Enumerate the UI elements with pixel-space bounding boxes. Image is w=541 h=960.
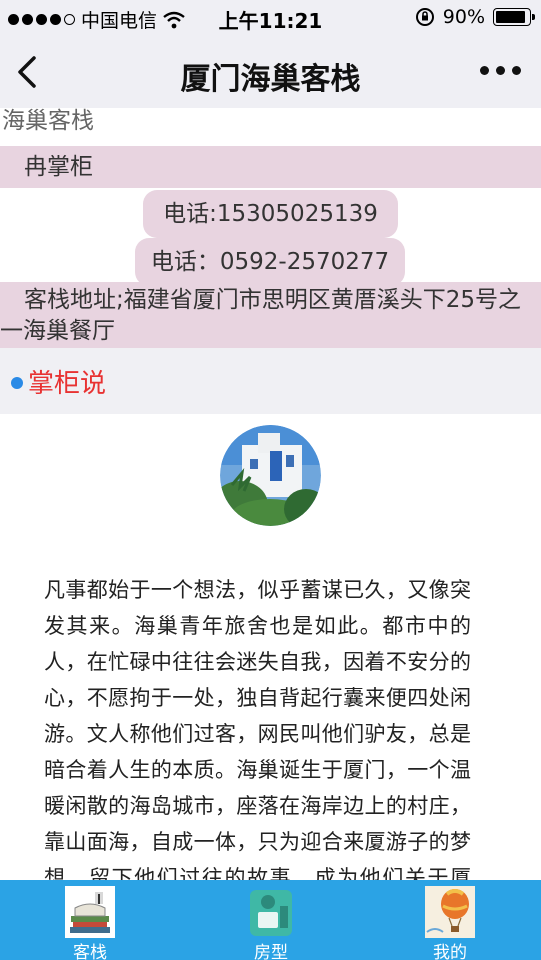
tab-rooms[interactable]: 房型 — [211, 880, 331, 960]
inn-name: 海巢客栈 — [2, 108, 94, 134]
address-text: 客栈地址;福建省厦门市思明区黄厝溪头下25号之一海巢餐厅 — [0, 282, 541, 348]
section-title: 掌柜说 — [28, 369, 107, 399]
phone-row-2: 电话：0592-2570277 — [0, 235, 541, 286]
tab-inn[interactable]: 客栈 — [30, 880, 150, 960]
avatar — [220, 425, 321, 526]
main-content[interactable]: 海巢客栈 冉掌柜 电话:15305025139 电话：0592-2570277 … — [0, 108, 541, 880]
tab-mine[interactable]: 我的 — [390, 880, 510, 960]
phone-link-2[interactable]: 电话：0592-2570277 — [135, 238, 405, 286]
phone-row-1: 电话:15305025139 — [0, 188, 541, 238]
battery-percent: 90% — [442, 6, 485, 28]
status-bar: 中国电信 上午11:21 90% — [0, 0, 541, 36]
balloon-icon — [425, 886, 475, 938]
tab-bar: 客栈 房型 我的 — [0, 880, 541, 960]
phone-link-1[interactable]: 电话:15305025139 — [143, 190, 398, 238]
tab-inn-label: 客栈 — [73, 943, 107, 960]
rotation-lock-icon — [415, 8, 434, 26]
books-icon — [65, 886, 115, 938]
story-text: 凡事都始于一个想法，似乎蓄谋已久，又像突发其来。海巢青年旅舍也是如此。都市中的人… — [44, 578, 471, 880]
tab-mine-label: 我的 — [433, 943, 467, 960]
status-right: 90% — [415, 6, 535, 28]
battery-icon — [493, 8, 535, 26]
room-icon — [250, 890, 292, 936]
bullet-dot-icon — [11, 377, 23, 389]
page-title: 厦门海巢客栈 — [180, 62, 361, 97]
tab-rooms-label: 房型 — [254, 943, 288, 960]
more-dots-icon[interactable] — [480, 66, 521, 75]
owner-name: 冉掌柜 — [0, 146, 541, 188]
nav-bar: 厦门海巢客栈 — [0, 36, 541, 108]
battery-fill — [496, 11, 525, 23]
section-header: 掌柜说 — [0, 348, 541, 414]
avatar-section — [0, 414, 541, 562]
